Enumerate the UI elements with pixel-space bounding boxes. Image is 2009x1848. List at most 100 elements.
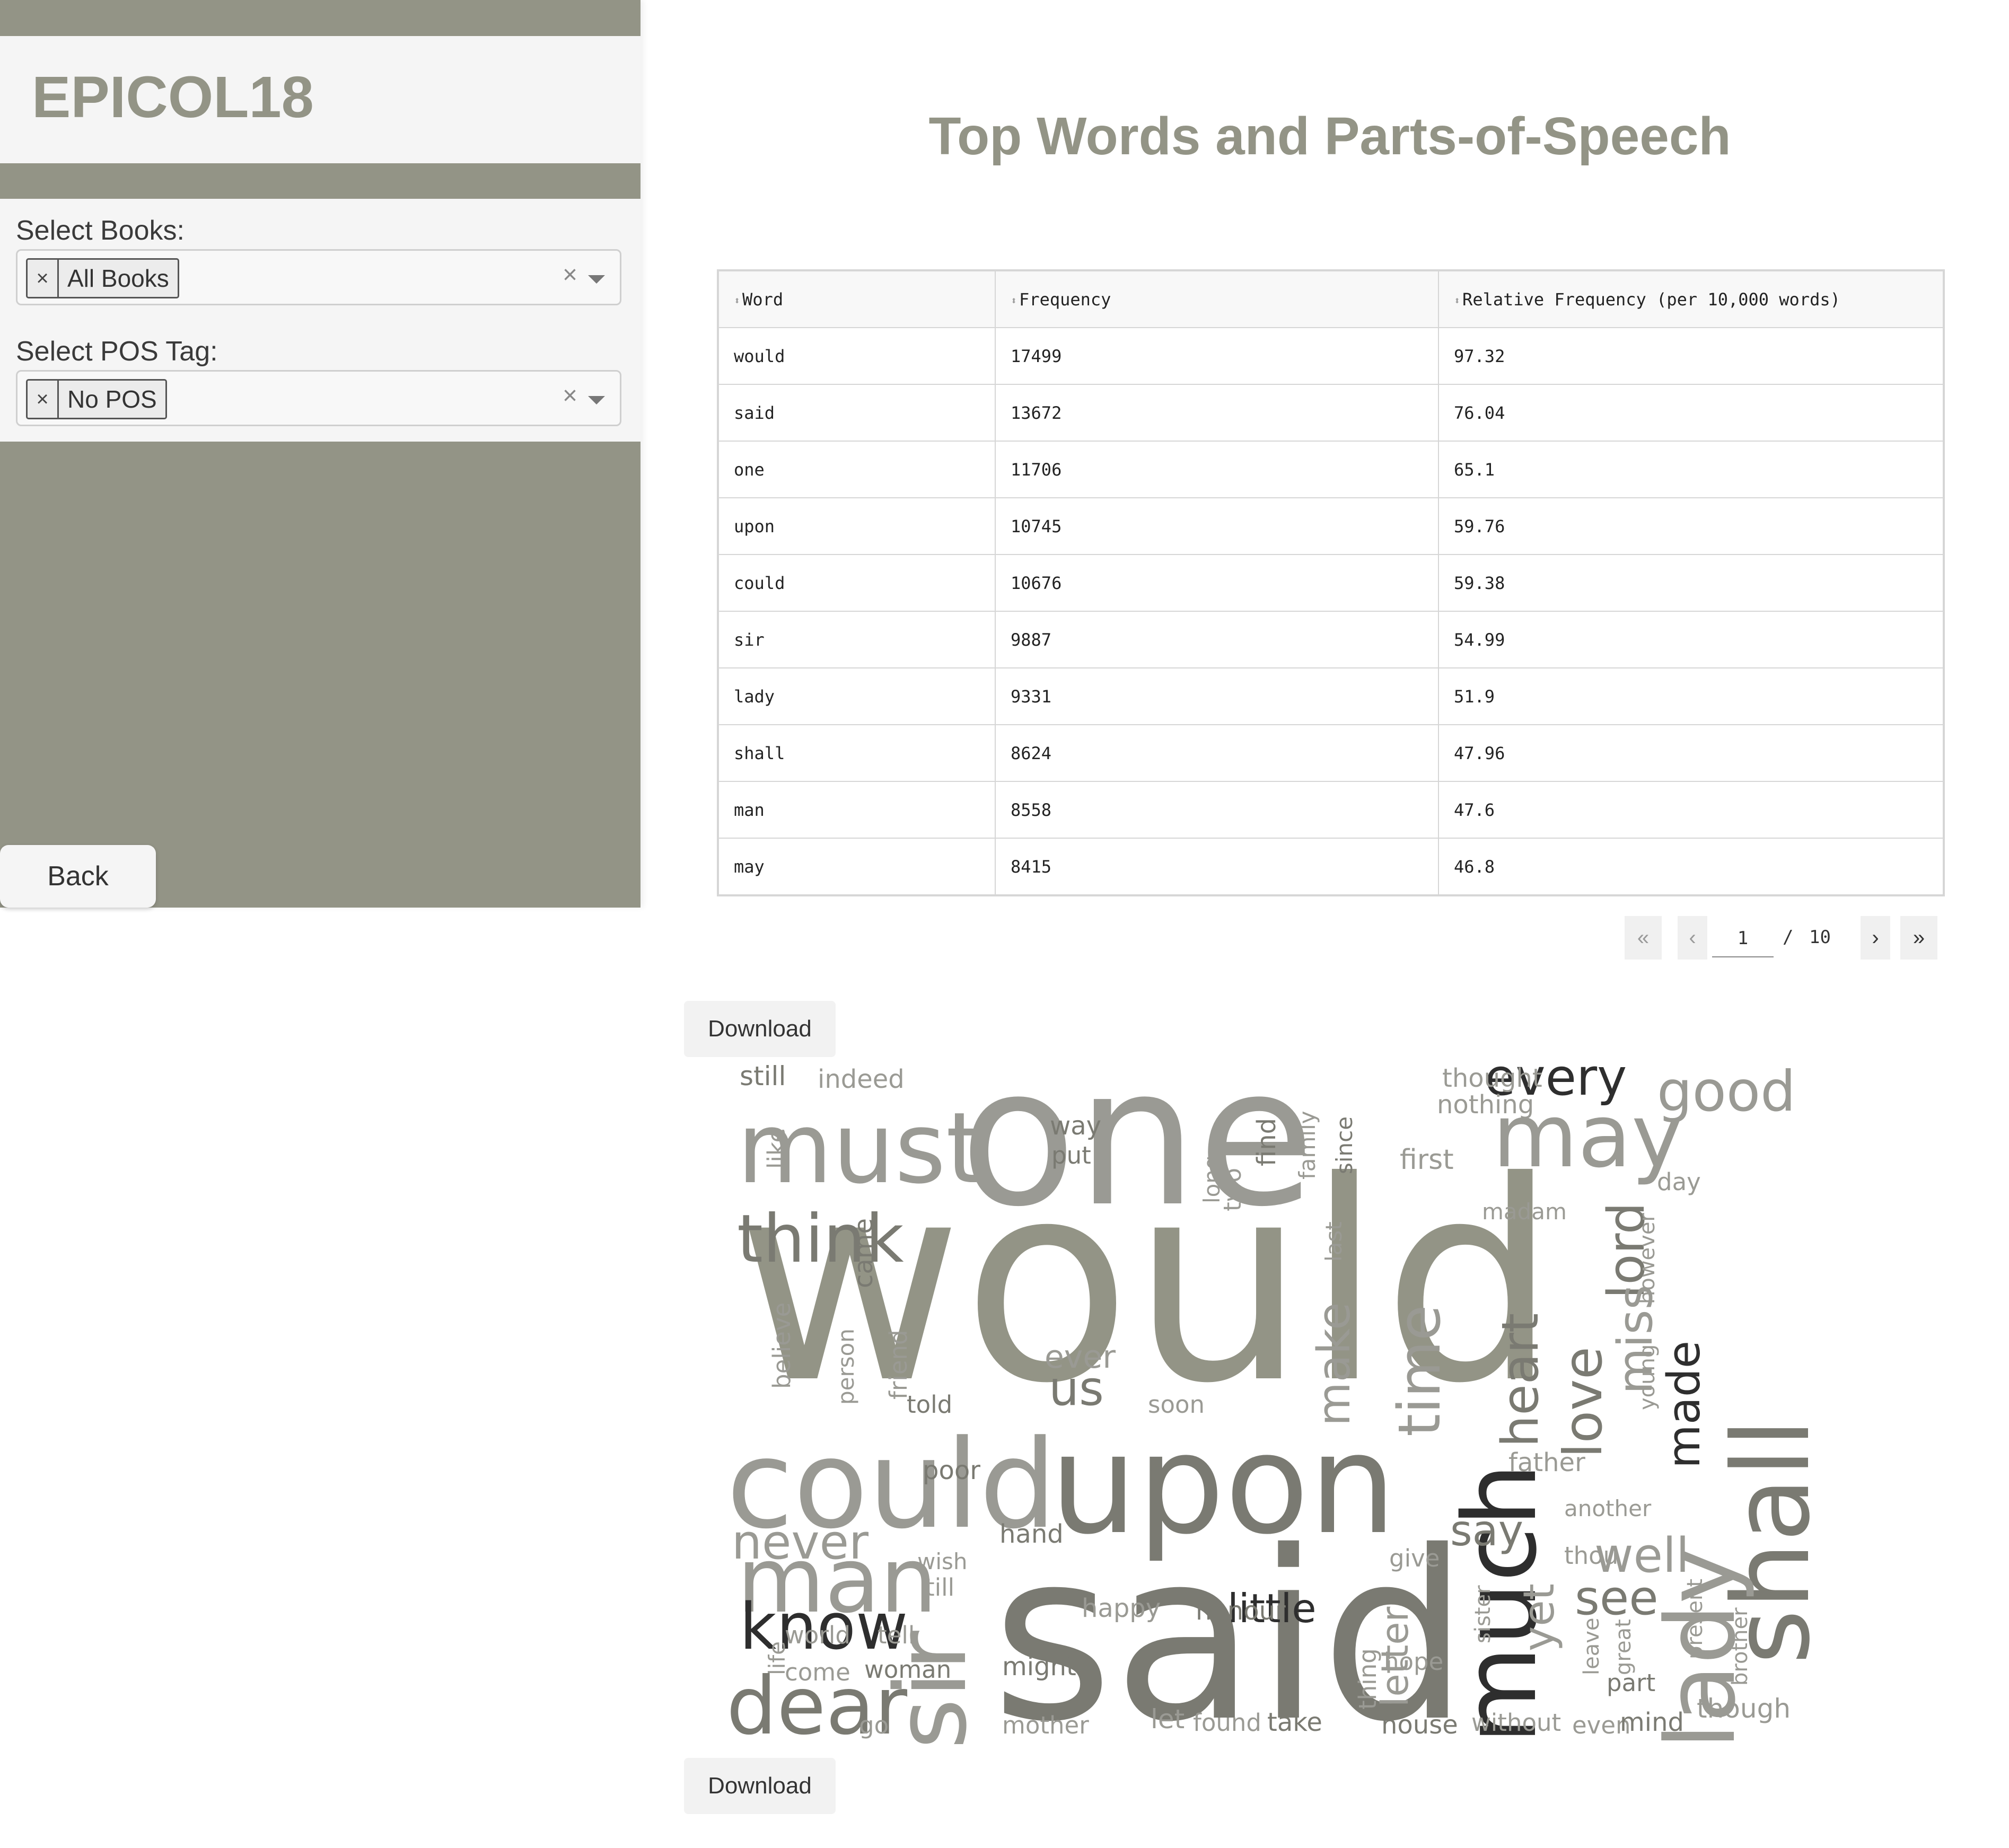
chevron-down-icon[interactable] — [588, 396, 605, 404]
cell-frequency: 9887 — [995, 611, 1439, 668]
brand-header: EPICOL18 — [0, 36, 641, 163]
wordcloud-word: give — [1389, 1544, 1440, 1572]
wordcloud-word: made — [1658, 1341, 1710, 1468]
total-pages: 10 — [1809, 927, 1831, 948]
table-row: lady 9331 51.9 — [718, 667, 1944, 725]
books-label: Select Books: — [16, 215, 185, 246]
wordcloud-word: good — [1657, 1060, 1796, 1124]
cell-relative-frequency: 51.9 — [1438, 667, 1944, 725]
wordcloud-word: person — [833, 1328, 859, 1405]
wordcloud-word: however — [1635, 1213, 1660, 1304]
wordcloud-word: say — [1450, 1506, 1523, 1555]
wordcloud-word: let — [1151, 1704, 1185, 1735]
cell-relative-frequency: 47.6 — [1438, 781, 1944, 839]
cell-relative-frequency: 97.32 — [1438, 327, 1944, 385]
wordcloud-word: last — [1321, 1221, 1347, 1262]
cell-relative-frequency: 54.99 — [1438, 611, 1944, 668]
wordcloud-word: go — [859, 1711, 889, 1739]
cell-frequency: 13672 — [995, 384, 1439, 442]
back-button[interactable]: Back — [0, 845, 156, 908]
wordcloud-word: still — [740, 1061, 786, 1092]
wordcloud-word: long — [1199, 1155, 1225, 1203]
wordcloud-word: time — [1385, 1305, 1453, 1437]
wordcloud-word: first — [1400, 1144, 1454, 1176]
column-header-frequency[interactable]: ⬍ Frequency — [995, 270, 1439, 328]
page-number-input[interactable] — [1712, 920, 1774, 957]
clear-icon[interactable]: × — [563, 260, 577, 289]
chip-remove-icon[interactable]: × — [28, 260, 59, 297]
table-row: would 17499 97.32 — [718, 327, 1944, 385]
table-row: said 13672 76.04 — [718, 384, 1944, 442]
wordcloud-word: since — [1331, 1116, 1357, 1174]
next-page-icon[interactable]: › — [1861, 916, 1890, 960]
wordcloud-word: came — [849, 1218, 879, 1288]
cell-frequency: 8415 — [995, 838, 1439, 895]
cell-word: upon — [718, 497, 996, 555]
pos-select[interactable]: × No POS × — [16, 370, 621, 426]
wordcloud-word: woman — [864, 1656, 951, 1684]
column-header-word[interactable]: ⬍ Word — [718, 270, 996, 328]
word-cloud: wouldsaidoneuponcould shallladymuchmust ma… — [726, 1060, 1824, 1749]
wordcloud-word: yet — [1514, 1583, 1564, 1651]
wordcloud-word: ever — [1045, 1339, 1116, 1376]
table-row: sir 9887 54.99 — [718, 611, 1944, 668]
sort-icon[interactable]: ⬍ — [1011, 294, 1017, 307]
wordcloud-word: part — [1607, 1669, 1655, 1697]
wordcloud-word: come — [785, 1658, 850, 1686]
wordcloud-word: house — [1381, 1710, 1458, 1740]
wordcloud-word: told — [907, 1391, 952, 1419]
clear-icon[interactable]: × — [563, 381, 577, 410]
filter-panel: Select Books: × All Books × Select POS T… — [0, 199, 641, 442]
selected-pos-chip: × No POS — [26, 379, 167, 419]
wordcloud-word: put — [1051, 1141, 1091, 1169]
wordcloud-word: mother — [1002, 1711, 1089, 1739]
table-row: man 8558 47.6 — [718, 781, 1944, 839]
page-title: Top Words and Parts-of-Speech — [928, 107, 1731, 166]
wordcloud-word: family — [1294, 1111, 1320, 1180]
column-header-label: Frequency — [1019, 289, 1111, 310]
wordcloud-word: brother — [1728, 1607, 1752, 1686]
wordcloud-word: hand — [999, 1519, 1064, 1549]
selected-book-chip: × All Books — [26, 258, 179, 298]
cell-frequency: 11706 — [995, 441, 1439, 498]
prev-page-icon[interactable]: ‹ — [1678, 916, 1707, 960]
chip-label: All Books — [67, 265, 169, 292]
cell-frequency: 17499 — [995, 327, 1439, 385]
wordcloud-word: hope — [1384, 1648, 1443, 1676]
wordcloud-word: young — [1635, 1344, 1660, 1410]
cell-word: may — [718, 838, 996, 895]
table-header-row: ⬍ Word ⬍ Frequency ⬍ Relative Frequency (pe… — [718, 270, 1944, 328]
wordcloud-word: happy — [1082, 1594, 1161, 1623]
wordcloud-word: tell — [878, 1621, 915, 1649]
sort-icon[interactable]: ⬍ — [1454, 294, 1460, 307]
last-page-icon[interactable]: » — [1900, 916, 1937, 960]
column-header-relative-frequency[interactable]: ⬍ Relative Frequency (per 10,000 words) — [1438, 270, 1944, 328]
wordcloud-word: friend — [884, 1330, 913, 1400]
books-select[interactable]: × All Books × — [16, 249, 621, 305]
first-page-icon[interactable]: « — [1625, 916, 1662, 960]
wordcloud-word: like — [762, 1128, 791, 1169]
cell-word: lady — [718, 667, 996, 725]
wordcloud-word: though — [1697, 1693, 1791, 1724]
cell-relative-frequency: 47.96 — [1438, 724, 1944, 782]
download-table-button[interactable]: Download — [684, 1001, 836, 1057]
wordcloud-word: without — [1471, 1709, 1561, 1737]
pagination: « ‹ / 10 › » — [1625, 916, 1937, 960]
chip-remove-icon[interactable]: × — [28, 381, 59, 418]
download-wordcloud-button[interactable]: Download — [684, 1758, 836, 1814]
page-separator: / — [1783, 927, 1794, 948]
wordcloud-word: father — [1508, 1448, 1585, 1477]
cell-word: said — [718, 384, 996, 442]
wordcloud-word: nothing — [1437, 1090, 1534, 1120]
chevron-down-icon[interactable] — [588, 275, 605, 284]
sort-icon[interactable]: ⬍ — [734, 294, 740, 307]
wordcloud-word: believe — [768, 1303, 796, 1389]
wordcloud-word: found — [1193, 1709, 1261, 1737]
cell-relative-frequency: 76.04 — [1438, 384, 1944, 442]
cell-frequency: 10745 — [995, 497, 1439, 555]
word-frequency-table: ⬍ Word ⬍ Frequency ⬍ Relative Frequency (pe… — [717, 269, 1945, 896]
wordcloud-word: leave — [1580, 1617, 1604, 1675]
wordcloud-word: honour — [1196, 1596, 1286, 1626]
cell-relative-frequency: 46.8 — [1438, 838, 1944, 895]
wordcloud-word: way — [1050, 1111, 1101, 1141]
